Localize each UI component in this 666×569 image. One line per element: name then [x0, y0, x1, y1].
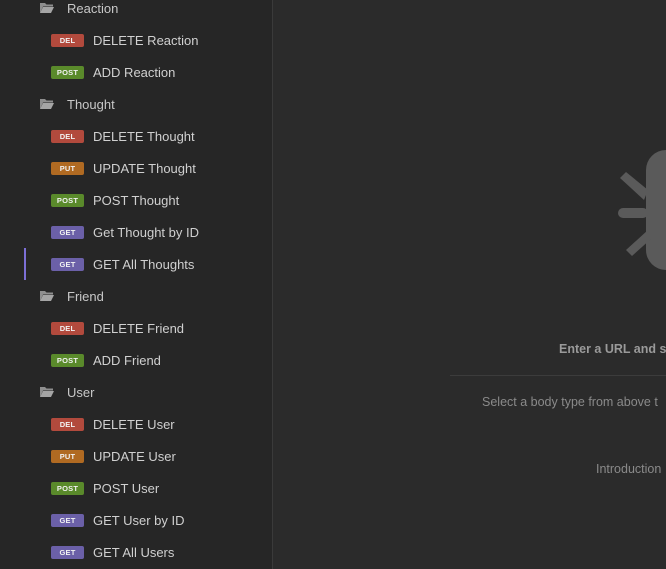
method-badge-del: DEL: [51, 129, 84, 143]
folder-label: Thought: [67, 96, 115, 112]
left-gutter: [0, 0, 24, 569]
request-item[interactable]: POST POST Thought: [24, 184, 272, 216]
method-badge-del: DEL: [51, 33, 84, 47]
request-label: GET User by ID: [93, 512, 185, 528]
folder-label: Friend: [67, 288, 104, 304]
method-badge-put: PUT: [51, 161, 84, 175]
request-label: GET All Users: [93, 544, 175, 560]
divider: [450, 375, 666, 376]
folder-open-icon: [39, 1, 55, 15]
request-item[interactable]: GET GET All Users: [24, 536, 272, 568]
request-item[interactable]: GET Get Thought by ID: [24, 216, 272, 248]
app-window: Reaction DEL DELETE Reaction POST ADD Re…: [0, 0, 666, 569]
request-item[interactable]: PUT UPDATE User: [24, 440, 272, 472]
method-badge-post: POST: [51, 65, 84, 79]
request-pane: Enter a URL and s Select a body type fro…: [273, 0, 666, 569]
request-label: POST User: [93, 480, 160, 496]
empty-state-title: Enter a URL and s: [559, 342, 666, 356]
request-item[interactable]: POST POST User: [24, 472, 272, 504]
method-badge-post: POST: [51, 353, 84, 367]
request-label: DELETE User: [93, 416, 175, 432]
request-item[interactable]: POST ADD Friend: [24, 344, 272, 376]
request-item[interactable]: DEL DELETE Thought: [24, 120, 272, 152]
request-label: ADD Reaction: [93, 64, 176, 80]
bug-icon: [618, 150, 666, 275]
folder-label: Reaction: [67, 0, 119, 16]
request-label: POST Thought: [93, 192, 180, 208]
folder-open-icon: [39, 289, 55, 303]
method-badge-post: POST: [51, 481, 84, 495]
request-item[interactable]: DEL DELETE Reaction: [24, 24, 272, 56]
request-label: DELETE Thought: [93, 128, 195, 144]
folder-friend[interactable]: Friend: [24, 280, 272, 312]
request-label: UPDATE Thought: [93, 160, 196, 176]
sidebar: Reaction DEL DELETE Reaction POST ADD Re…: [24, 0, 273, 569]
request-label: DELETE Reaction: [93, 32, 199, 48]
folder-reaction[interactable]: Reaction: [24, 0, 272, 24]
method-badge-get: GET: [51, 257, 84, 271]
introduction-link[interactable]: Introduction: [596, 462, 661, 476]
method-badge-get: GET: [51, 545, 84, 559]
request-label: GET All Thoughts: [93, 256, 195, 272]
request-item[interactable]: POST ADD Reaction: [24, 56, 272, 88]
request-item[interactable]: PUT UPDATE Thought: [24, 152, 272, 184]
folder-thought[interactable]: Thought: [24, 88, 272, 120]
request-label: DELETE Friend: [93, 320, 185, 336]
empty-state-subtitle: Select a body type from above t: [482, 395, 658, 409]
request-label: UPDATE User: [93, 448, 176, 464]
request-item-active[interactable]: GET GET All Thoughts: [24, 248, 272, 280]
folder-open-icon: [39, 97, 55, 111]
request-item[interactable]: DEL DELETE Friend: [24, 312, 272, 344]
method-badge-del: DEL: [51, 417, 84, 431]
method-badge-put: PUT: [51, 449, 84, 463]
folder-label: User: [67, 384, 95, 400]
request-item[interactable]: DEL DELETE User: [24, 408, 272, 440]
folder-open-icon: [39, 385, 55, 399]
method-badge-get: GET: [51, 513, 84, 527]
request-item[interactable]: GET GET User by ID: [24, 504, 272, 536]
method-badge-del: DEL: [51, 321, 84, 335]
request-label: ADD Friend: [93, 352, 161, 368]
method-badge-post: POST: [51, 193, 84, 207]
request-label: Get Thought by ID: [93, 224, 199, 240]
method-badge-get: GET: [51, 225, 84, 239]
folder-user[interactable]: User: [24, 376, 272, 408]
